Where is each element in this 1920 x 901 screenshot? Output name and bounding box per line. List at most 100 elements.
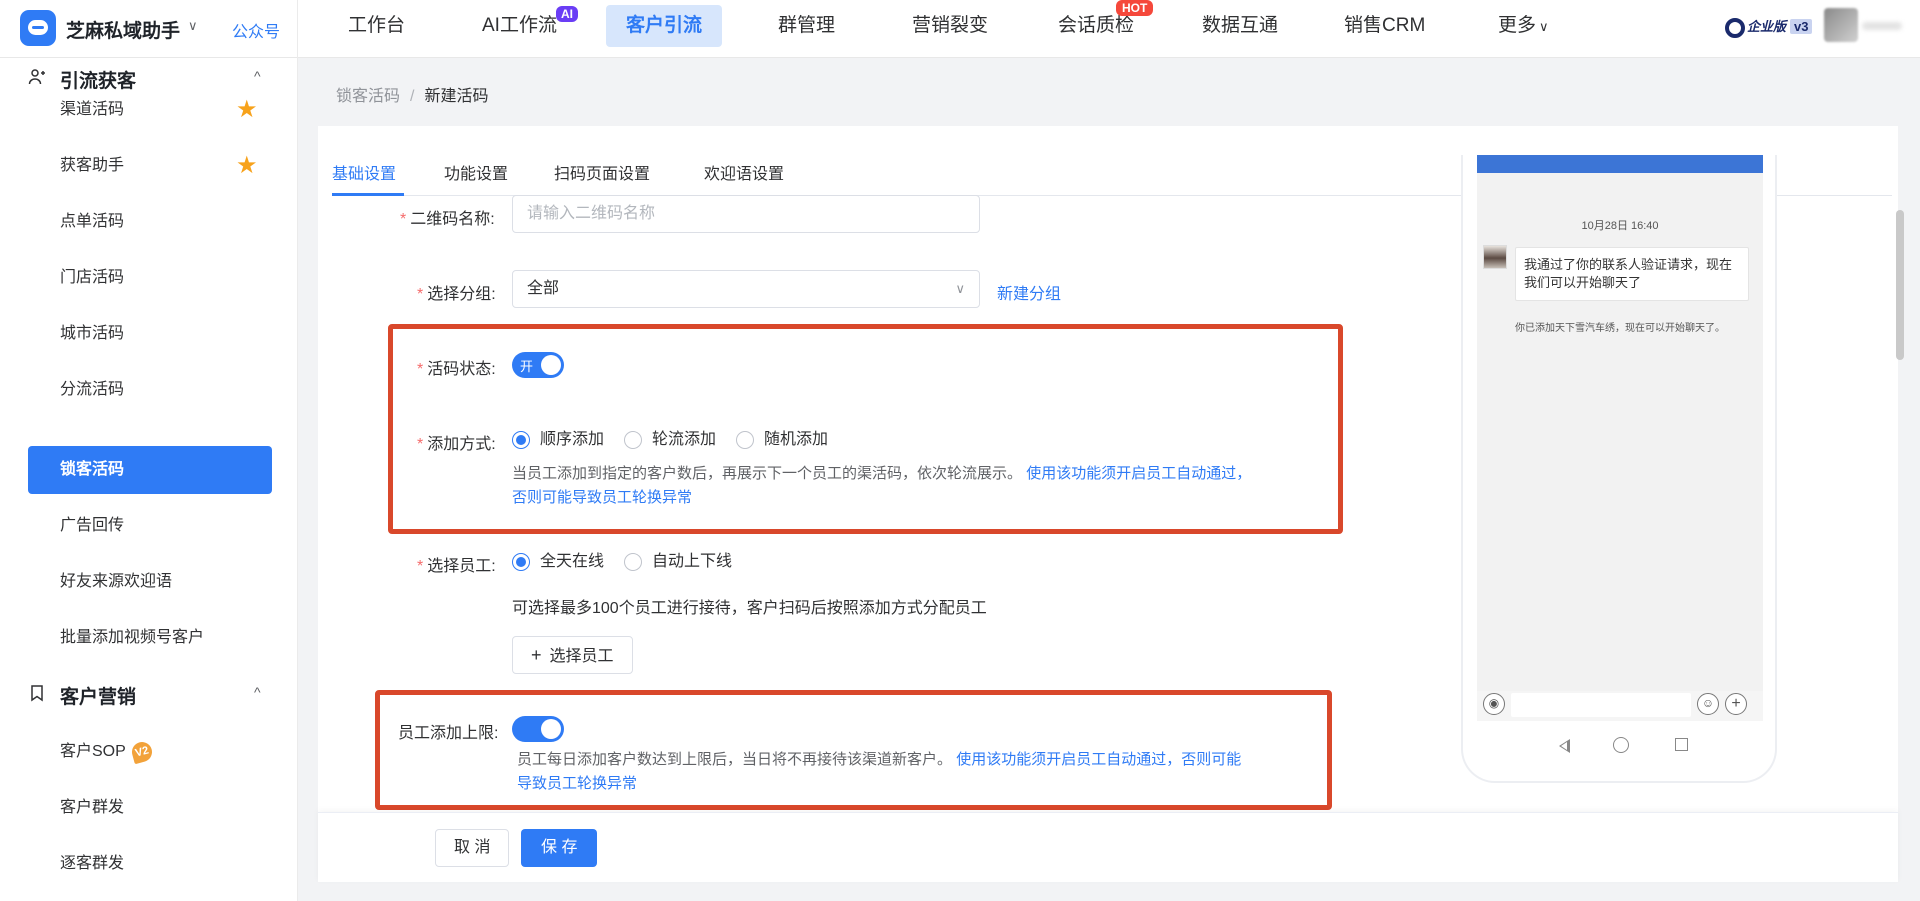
sidebar-item-acquisition-assistant[interactable]: 获客助手 ★ — [28, 142, 272, 190]
chevron-down-icon: ∨ — [1539, 19, 1549, 34]
staff-label: * 选择员工: — [417, 552, 496, 576]
group-label: * 选择分组: — [417, 280, 496, 304]
top-nav-bar: 芝麻私域助手 ∨ 公众号 工作台 AI工作流 AI 客户引流 群管理 营销裂变 … — [0, 0, 1920, 58]
select-staff-label: 选择员工 — [549, 648, 614, 665]
breadcrumb: 锁客活码 / 新建活码 — [336, 82, 488, 106]
sidebar-item-label: 点单活码 — [60, 213, 125, 230]
tab-welcome-settings[interactable]: 欢迎语设置 — [704, 160, 784, 184]
ai-badge: AI — [556, 6, 578, 22]
sidebar-item-label: 好友来源欢迎语 — [60, 573, 173, 590]
chat-header — [1477, 155, 1763, 173]
phone-nav-bar — [1463, 731, 1775, 761]
nav-workbench[interactable]: 工作台 — [348, 0, 405, 52]
phone-preview: 10月28日 16:40 我通过了你的联系人验证请求，现在我们可以开始聊天了 你… — [1461, 155, 1777, 783]
enterprise-logo-icon — [1725, 17, 1745, 38]
plus-icon: + — [1725, 693, 1747, 715]
sidebar-item-store-code[interactable]: 门店活码 — [28, 254, 272, 302]
nav-group-management[interactable]: 群管理 — [778, 0, 835, 52]
phone-text-input — [1511, 693, 1691, 717]
staff-label-text: 选择员工: — [427, 558, 496, 575]
chevron-up-icon: ^ — [254, 684, 261, 700]
new-group-link[interactable]: 新建分组 — [997, 280, 1061, 304]
user-name-blurred[interactable] — [1862, 22, 1902, 30]
star-icon[interactable]: ★ — [236, 154, 258, 178]
nav-more[interactable]: 更多 ∨ — [1498, 0, 1549, 52]
chevron-up-icon: ^ — [254, 68, 261, 84]
breadcrumb-current: 新建活码 — [424, 88, 489, 105]
sidebar-item-batch-add-video-customers[interactable]: 批量添加视频号客户 — [28, 614, 272, 662]
qr-name-label-text: 二维码名称: — [410, 211, 495, 228]
contact-avatar — [1483, 245, 1507, 269]
enterprise-version-badge[interactable]: 企业版 v3 — [1725, 16, 1813, 38]
qr-name-input[interactable]: 请输入二维码名称 — [512, 195, 980, 233]
radio-all-day-online[interactable]: 全天在线 — [512, 551, 604, 573]
nav-ai-workflow[interactable]: AI工作流 — [482, 0, 557, 52]
star-icon[interactable]: ★ — [236, 98, 258, 122]
hot-badge: HOT — [1116, 0, 1154, 16]
user-add-icon — [28, 68, 46, 86]
breadcrumb-parent-link[interactable]: 锁客活码 — [336, 88, 400, 105]
sidebar: 引流获客 ^ 渠道活码 ★ 获客助手 ★ 点单活码 门店活码 城市活码 分流活码… — [0, 58, 298, 901]
home-circle-icon — [1613, 737, 1629, 753]
sidebar-item-city-code[interactable]: 城市活码 — [28, 310, 272, 358]
highlight-frame-limit — [375, 690, 1332, 810]
sidebar-item-order-code[interactable]: 点单活码 — [28, 198, 272, 246]
app-name[interactable]: 芝麻私域助手 — [66, 16, 180, 43]
sidebar-item-label: 获客助手 — [60, 157, 125, 174]
bookmark-icon — [28, 684, 46, 702]
recent-apps-square-icon — [1675, 738, 1688, 751]
nav-sales-crm[interactable]: 销售CRM — [1344, 0, 1425, 52]
sidebar-item-lock-customer-code[interactable]: 锁客活码 — [28, 446, 272, 494]
radio-auto-online-offline[interactable]: 自动上下线 — [624, 551, 732, 573]
sidebar-item-customer-sop[interactable]: 客户SOP V2 — [28, 728, 272, 776]
enterprise-label: 企业版 — [1747, 19, 1787, 34]
group-select[interactable]: 全部 ∨ — [512, 270, 980, 308]
tab-scan-page-settings[interactable]: 扫码页面设置 — [554, 160, 650, 184]
version-label: v3 — [1790, 19, 1813, 34]
chevron-down-icon[interactable]: ∨ — [188, 18, 198, 34]
sidebar-item-per-customer-broadcast[interactable]: 逐客群发 — [28, 840, 272, 888]
system-message: 你已添加天下雪汽车绣，现在可以开始聊天了。 — [1515, 323, 1725, 334]
tab-basic-settings[interactable]: 基础设置 — [332, 160, 396, 184]
sidebar-item-label: 逐客群发 — [60, 855, 125, 872]
highlight-frame-status — [388, 324, 1343, 534]
sidebar-group-marketing[interactable]: 客户营销 ^ — [0, 674, 298, 714]
qr-name-label: * 二维码名称: — [400, 205, 495, 229]
nav-data-sync[interactable]: 数据互通 — [1202, 0, 1278, 52]
phone-screen: 10月28日 16:40 我通过了你的联系人验证请求，现在我们可以开始聊天了 你… — [1477, 155, 1763, 721]
sidebar-item-split-code[interactable]: 分流活码 — [28, 366, 272, 414]
save-button[interactable]: 保 存 — [521, 829, 598, 867]
chat-timestamp: 10月28日 16:40 — [1581, 220, 1659, 232]
vertical-scrollbar[interactable] — [1896, 210, 1904, 360]
form-footer: 取 消 保 存 — [318, 812, 1898, 882]
nav-customer-acquisition[interactable]: 客户引流 — [606, 5, 723, 47]
sidebar-item-ad-callback[interactable]: 广告回传 — [28, 502, 272, 550]
nav-more-label: 更多 — [1498, 15, 1537, 36]
tab-feature-settings[interactable]: 功能设置 — [444, 160, 508, 184]
plus-icon: + — [531, 645, 542, 665]
sidebar-item-label: 分流活码 — [60, 381, 125, 398]
nav-marketing-fission[interactable]: 营销裂变 — [912, 0, 988, 52]
staff-hint: 可选择最多100个员工进行接待，客户扫码后按照添加方式分配员工 — [512, 600, 987, 617]
sidebar-item-friend-source-welcome[interactable]: 好友来源欢迎语 — [28, 558, 272, 606]
sidebar-group-label: 客户营销 — [60, 687, 137, 708]
app-logo-icon — [20, 10, 56, 46]
user-avatar[interactable] — [1824, 8, 1858, 42]
sidebar-item-label: 客户群发 — [60, 799, 125, 816]
sidebar-item-channel-code[interactable]: 渠道活码 ★ — [28, 86, 272, 134]
emoji-icon: ☺ — [1697, 693, 1719, 715]
group-select-value: 全部 — [527, 280, 560, 297]
sidebar-item-label: 门店活码 — [60, 269, 125, 286]
cancel-button[interactable]: 取 消 — [435, 829, 510, 867]
sidebar-item-label: 锁客活码 — [60, 461, 125, 478]
select-staff-button[interactable]: + 选择员工 — [512, 636, 633, 674]
sidebar-item-customer-broadcast[interactable]: 客户群发 — [28, 784, 272, 832]
sidebar-item-label: 城市活码 — [60, 325, 125, 342]
group-label-text: 选择分组: — [427, 286, 496, 303]
sidebar-item-label: 渠道活码 — [60, 101, 125, 118]
radio-dot — [512, 553, 530, 571]
back-triangle-icon — [1559, 739, 1570, 753]
radio-label: 自动上下线 — [652, 553, 733, 570]
official-account-link[interactable]: 公众号 — [232, 18, 280, 42]
chevron-down-icon: ∨ — [955, 281, 965, 296]
